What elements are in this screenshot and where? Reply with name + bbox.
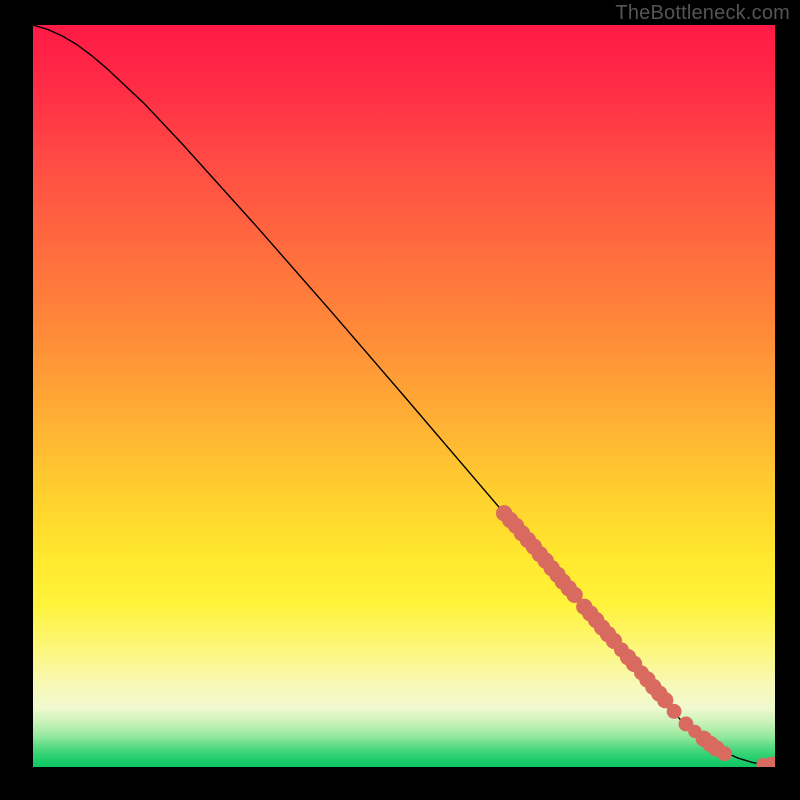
watermark-text: TheBottleneck.com [615, 2, 790, 25]
data-point [667, 704, 682, 719]
figure-root: TheBottleneck.com [0, 0, 800, 800]
data-point [764, 757, 775, 767]
data-point [717, 746, 732, 761]
points-group [496, 505, 775, 767]
curve-line [33, 25, 775, 765]
plot-area [33, 25, 775, 767]
chart-overlay [33, 25, 775, 767]
